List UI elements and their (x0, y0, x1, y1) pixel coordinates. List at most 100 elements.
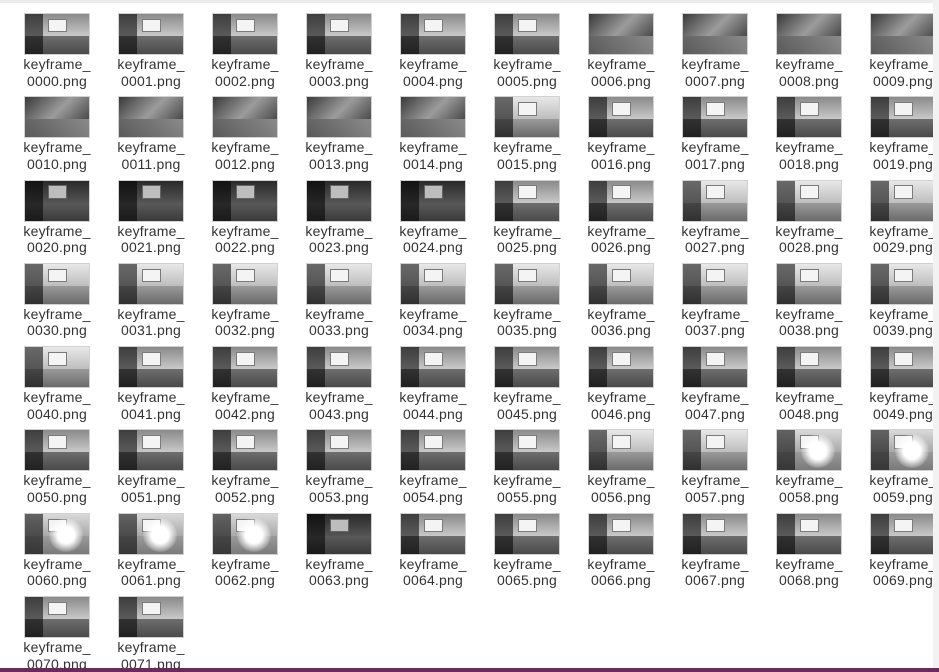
file-name-label: keyframe_ 0027.png (681, 223, 748, 256)
file-item[interactable]: keyframe_ 0040.png (10, 345, 104, 428)
file-item[interactable]: keyframe_ 0045.png (480, 345, 574, 428)
file-item[interactable]: keyframe_ 0063.png (292, 512, 386, 595)
file-item[interactable]: keyframe_ 0055.png (480, 428, 574, 511)
file-item[interactable]: keyframe_ 0064.png (386, 512, 480, 595)
file-item[interactable]: keyframe_ 0041.png (104, 345, 198, 428)
file-item[interactable]: keyframe_ 0062.png (198, 512, 292, 595)
file-name-line1: keyframe_ (305, 472, 373, 489)
file-name-line1: keyframe_ (493, 555, 561, 572)
file-name-line2: 0006.png (590, 72, 651, 89)
file-item[interactable]: keyframe_ 0047.png (668, 345, 762, 428)
file-item[interactable]: keyframe_ 0009.png (856, 12, 939, 95)
file-item[interactable]: keyframe_ 0004.png (386, 12, 480, 95)
file-item[interactable]: keyframe_ 0026.png (574, 179, 668, 262)
file-item[interactable]: keyframe_ 0014.png (386, 95, 480, 178)
file-item[interactable]: keyframe_ 0032.png (198, 262, 292, 345)
file-item[interactable]: keyframe_ 0031.png (104, 262, 198, 345)
file-item[interactable]: keyframe_ 0065.png (480, 512, 574, 595)
file-item[interactable]: keyframe_ 0018.png (762, 95, 856, 178)
thumbnail-window (142, 351, 162, 366)
file-item[interactable]: keyframe_ 0069.png (856, 512, 939, 595)
vertical-scrollbar[interactable] (933, 0, 939, 668)
file-item[interactable]: keyframe_ 0028.png (762, 179, 856, 262)
file-name-line1: keyframe_ (305, 56, 373, 72)
image-thumbnail-icon (213, 347, 277, 388)
file-item[interactable]: keyframe_ 0024.png (386, 179, 480, 262)
file-item[interactable]: keyframe_ 0036.png (574, 262, 668, 345)
thumbnail-window (706, 435, 726, 449)
file-item[interactable]: keyframe_ 0046.png (574, 345, 668, 428)
file-item[interactable]: keyframe_ 0042.png (198, 345, 292, 428)
file-item[interactable]: keyframe_ 0011.png (104, 95, 198, 178)
file-item[interactable]: keyframe_ 0010.png (10, 95, 104, 178)
file-item[interactable]: keyframe_ 0044.png (386, 345, 480, 428)
file-item[interactable]: keyframe_ 0061.png (104, 512, 198, 595)
file-item[interactable]: keyframe_ 0029.png (856, 179, 939, 262)
file-name-line2: 0027.png (684, 239, 745, 256)
file-item[interactable]: keyframe_ 0043.png (292, 345, 386, 428)
file-item[interactable]: keyframe_ 0005.png (480, 12, 574, 95)
file-item[interactable]: keyframe_ 0022.png (198, 179, 292, 262)
file-item[interactable]: keyframe_ 0025.png (480, 179, 574, 262)
file-item[interactable]: keyframe_ 0039.png (856, 262, 939, 345)
thumbnail-wall (589, 14, 653, 36)
file-item[interactable]: keyframe_ 0052.png (198, 428, 292, 511)
file-item[interactable]: keyframe_ 0056.png (574, 428, 668, 511)
file-item[interactable]: keyframe_ 0027.png (668, 179, 762, 262)
file-item[interactable]: keyframe_ 0071.png (104, 595, 198, 672)
file-item[interactable]: keyframe_ 0068.png (762, 512, 856, 595)
file-item[interactable]: keyframe_ 0015.png (480, 95, 574, 178)
file-item[interactable]: keyframe_ 0034.png (386, 262, 480, 345)
file-item[interactable]: keyframe_ 0021.png (104, 179, 198, 262)
file-item[interactable]: keyframe_ 0051.png (104, 428, 198, 511)
file-item[interactable]: keyframe_ 0006.png (574, 12, 668, 95)
file-item[interactable]: keyframe_ 0037.png (668, 262, 762, 345)
file-item[interactable]: keyframe_ 0053.png (292, 428, 386, 511)
file-item[interactable]: keyframe_ 0000.png (10, 12, 104, 95)
file-item[interactable]: keyframe_ 0030.png (10, 262, 104, 345)
file-item[interactable]: keyframe_ 0003.png (292, 12, 386, 95)
file-item[interactable]: keyframe_ 0019.png (856, 95, 939, 178)
file-item[interactable]: keyframe_ 0057.png (668, 428, 762, 511)
file-name-label: keyframe_ 0037.png (681, 306, 748, 339)
file-item[interactable]: keyframe_ 0059.png (856, 428, 939, 511)
thumbnail-window (424, 18, 444, 33)
file-item[interactable]: keyframe_ 0048.png (762, 345, 856, 428)
file-item[interactable]: keyframe_ 0002.png (198, 12, 292, 95)
thumbnail-window (142, 601, 162, 616)
file-item[interactable]: keyframe_ 0066.png (574, 512, 668, 595)
file-item[interactable]: keyframe_ 0050.png (10, 428, 104, 511)
thumbnail-shadow (119, 430, 137, 471)
file-name-line1: keyframe_ (23, 389, 91, 406)
file-item[interactable]: keyframe_ 0013.png (292, 95, 386, 178)
file-item[interactable]: keyframe_ 0060.png (10, 512, 104, 595)
file-name-label: keyframe_ 0045.png (493, 389, 560, 422)
file-item[interactable]: keyframe_ 0038.png (762, 262, 856, 345)
thumbnail-floor (401, 119, 465, 138)
file-name-label: keyframe_ 0016.png (587, 139, 654, 172)
file-item[interactable]: keyframe_ 0070.png (10, 595, 104, 672)
file-item[interactable]: keyframe_ 0035.png (480, 262, 574, 345)
image-thumbnail-icon (307, 263, 371, 304)
file-item[interactable]: keyframe_ 0033.png (292, 262, 386, 345)
file-name-line1: keyframe_ (399, 222, 467, 239)
file-item[interactable]: keyframe_ 0054.png (386, 428, 480, 511)
file-item[interactable]: keyframe_ 0008.png (762, 12, 856, 95)
file-item[interactable]: keyframe_ 0012.png (198, 95, 292, 178)
file-item[interactable]: keyframe_ 0017.png (668, 95, 762, 178)
image-thumbnail-icon (307, 180, 371, 221)
file-name-label: keyframe_ 0017.png (681, 139, 748, 172)
file-name-label: keyframe_ 0031.png (117, 306, 184, 339)
thumbnail-shadow (307, 513, 325, 554)
file-item[interactable]: keyframe_ 0020.png (10, 179, 104, 262)
image-thumbnail-icon (871, 14, 935, 54)
file-item[interactable]: keyframe_ 0016.png (574, 95, 668, 178)
file-item[interactable]: keyframe_ 0007.png (668, 12, 762, 95)
file-item[interactable]: keyframe_ 0058.png (762, 428, 856, 511)
file-item[interactable]: keyframe_ 0067.png (668, 512, 762, 595)
file-item[interactable]: keyframe_ 0001.png (104, 12, 198, 95)
file-item[interactable]: keyframe_ 0049.png (856, 345, 939, 428)
file-item[interactable]: keyframe_ 0023.png (292, 179, 386, 262)
thumbnail-wall (871, 14, 935, 36)
file-name-line1: keyframe_ (587, 305, 655, 322)
